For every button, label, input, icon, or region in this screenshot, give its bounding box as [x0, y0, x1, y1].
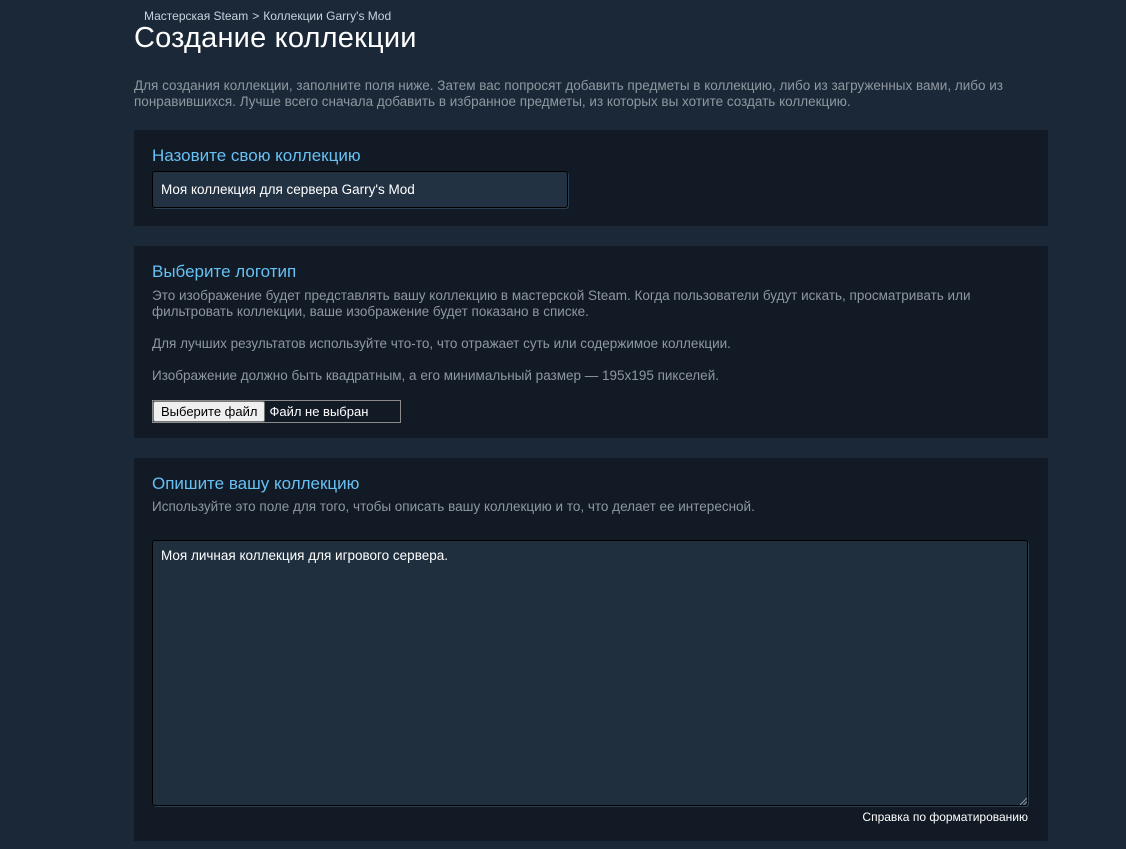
breadcrumb: Мастерская Steam > Коллекции Garry's Mod	[144, 9, 391, 23]
formatting-help-link[interactable]: Справка по форматированию	[862, 810, 1028, 824]
breadcrumb-collections-link[interactable]: Коллекции Garry's Mod	[263, 9, 391, 23]
collection-name-title: Назовите свою коллекцию	[152, 146, 361, 165]
breadcrumb-workshop-link[interactable]: Мастерская Steam	[144, 9, 248, 23]
logo-file-picker[interactable]: Выберите файл Файл не выбран	[152, 400, 401, 423]
file-status-text: Файл не выбран	[269, 404, 369, 419]
breadcrumb-separator: >	[252, 9, 260, 23]
logo-panel: Выберите логотип Это изображение будет п…	[134, 246, 1048, 438]
collection-name-input[interactable]	[152, 171, 568, 208]
description-textarea[interactable]: Моя личная коллекция для игрового сервер…	[152, 540, 1028, 806]
description-title: Опишите вашу коллекцию	[152, 474, 360, 493]
logo-size-requirement: Изображение должно быть квадратным, а ег…	[152, 368, 719, 383]
choose-file-button[interactable]: Выберите файл	[153, 401, 266, 422]
collection-name-panel: Назовите свою коллекцию	[134, 130, 1048, 226]
description-hint: Используйте это поле для того, чтобы опи…	[152, 499, 755, 514]
intro-text: Для создания коллекции, заполните поля н…	[134, 78, 1003, 109]
logo-title: Выберите логотип	[152, 262, 297, 281]
page-title: Создание коллекции	[134, 22, 417, 54]
description-panel: Опишите вашу коллекцию Используйте это п…	[134, 458, 1048, 841]
logo-description: Это изображение будет представлять вашу …	[152, 288, 971, 319]
logo-hint: Для лучших результатов используйте что-т…	[152, 336, 731, 351]
